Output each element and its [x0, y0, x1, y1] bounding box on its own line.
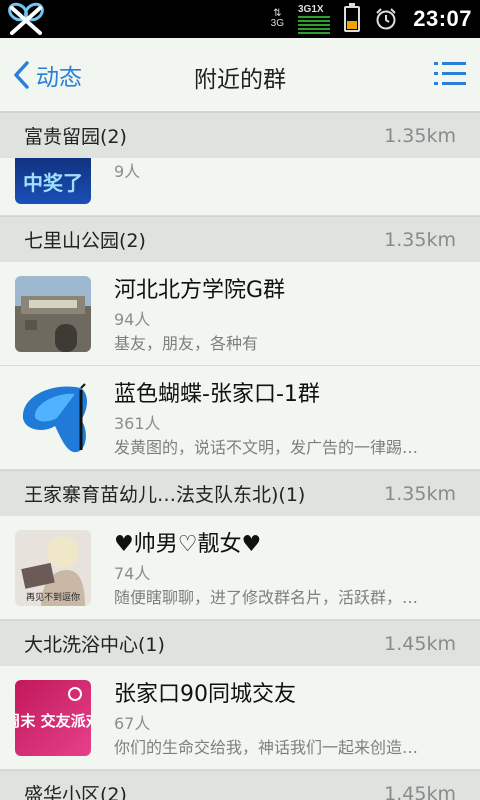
- status-time: 23:07: [413, 6, 472, 31]
- group-description: 基友，朋友，各种有: [114, 334, 259, 353]
- section-location: 大北洗浴中心(1): [24, 634, 165, 656]
- alarm-icon: [376, 8, 396, 30]
- section-header: 大北洗浴中心(1) 1.45km: [0, 620, 480, 666]
- section-location: 王家寨育苗幼儿…法支队东北)(1): [24, 484, 306, 506]
- group-member-count: 94人: [114, 310, 151, 329]
- data-transfer-icon: ⇅ 3G: [270, 8, 284, 29]
- section-distance: 1.35km: [384, 228, 456, 251]
- group-name: ♥帅男♡靓女♥: [114, 532, 262, 557]
- section-header: 七里山公园(2) 1.35km: [0, 216, 480, 262]
- signal-type-label: 3G1X: [298, 4, 324, 15]
- section-location: 富贵留园(2): [24, 126, 127, 148]
- avatar-text: 中奖了: [23, 171, 83, 195]
- group-description: 随便瞎聊聊，进了修改群名片，活跃群，…: [114, 588, 419, 607]
- group-avatar: 中奖了: [15, 158, 91, 204]
- avatar-text: 再见不到逗你: [26, 591, 80, 603]
- group-description: 发黄图的，说话不文明，发广告的一律踢…: [114, 438, 419, 457]
- group-item[interactable]: 河北北方学院G群 94人 基友，朋友，各种有: [0, 262, 480, 366]
- group-member-count: 74人: [114, 564, 151, 583]
- group-item[interactable]: 周末 交友派对 张家口90同城交友 67人 你们的生命交给我，神话我们一起来创造…: [0, 666, 480, 770]
- signal-icon: 3G1X: [298, 4, 330, 34]
- group-name: 蓝色蝴蝶-张家口-1群: [114, 382, 320, 407]
- group-member-count: 361人: [114, 414, 161, 433]
- section-header: 盛华小区(2) 1.45km: [0, 770, 480, 800]
- group-avatar: [15, 380, 91, 456]
- list-menu-icon[interactable]: [434, 60, 466, 88]
- group-avatar: 周末 交友派对: [15, 680, 91, 756]
- section-distance: 1.45km: [384, 632, 456, 655]
- network-type-label: 3G: [270, 18, 284, 29]
- section-distance: 1.35km: [384, 124, 456, 147]
- group-name: 张家口90同城交友: [114, 682, 296, 707]
- section-header: 王家寨育苗幼儿…法支队东北)(1) 1.35km: [0, 470, 480, 516]
- group-avatar: [15, 276, 91, 352]
- page-title: 附近的群: [194, 67, 286, 93]
- status-bar: ⇅ 3G 3G1X 23:07: [0, 0, 480, 38]
- section-location: 盛华小区(2): [24, 784, 127, 800]
- group-description: 你们的生命交给我，神话我们一起来创造…: [114, 738, 419, 757]
- avatar-text: 周末 交友派对: [15, 712, 91, 730]
- section-distance: 1.35km: [384, 482, 456, 505]
- butterfly-icon: [15, 380, 91, 456]
- group-item[interactable]: 中奖了 9人: [0, 158, 480, 216]
- section-distance: 1.45km: [384, 782, 456, 800]
- section-header: 富贵留园(2) 1.35km: [0, 112, 480, 158]
- group-item[interactable]: 蓝色蝴蝶-张家口-1群 361人 发黄图的，说话不文明，发广告的一律踢…: [0, 366, 480, 470]
- app-logo-icon: [8, 2, 44, 35]
- group-item[interactable]: 再见不到逗你 ♥帅男♡靓女♥ 74人 随便瞎聊聊，进了修改群名片，活跃群，…: [0, 516, 480, 620]
- battery-icon: [344, 3, 360, 32]
- group-name: 河北北方学院G群: [114, 278, 286, 303]
- section-location: 七里山公园(2): [24, 230, 146, 252]
- group-avatar: 再见不到逗你: [15, 530, 91, 606]
- nearby-groups-list[interactable]: 富贵留园(2) 1.35km 中奖了 9人 七里山公园(2) 1.35km 河北…: [0, 112, 480, 800]
- group-member-count: 67人: [114, 714, 151, 733]
- group-member-count: 9人: [114, 162, 141, 181]
- title-bar: 动态 附近的群: [0, 38, 480, 112]
